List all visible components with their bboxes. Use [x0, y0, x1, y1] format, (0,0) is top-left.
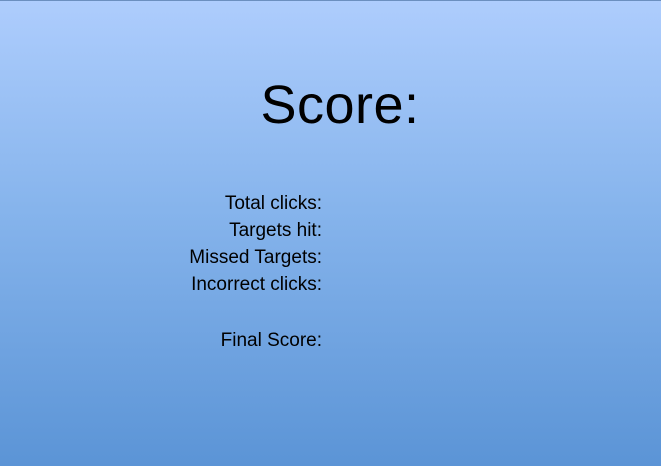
top-border [0, 0, 661, 1]
missed-targets-label: Missed Targets: [189, 247, 322, 268]
total-clicks-label: Total clicks: [224, 193, 322, 214]
score-screen: Score: Total clicks: Targets hit: Missed… [0, 0, 661, 466]
score-summary: Total clicks: Targets hit: Missed Target… [150, 190, 322, 354]
final-score-label: Final Score: [220, 330, 322, 351]
score-title: Score: [260, 75, 420, 135]
incorrect-clicks-label: Incorrect clicks: [191, 274, 322, 295]
targets-hit-label: Targets hit: [229, 220, 322, 241]
